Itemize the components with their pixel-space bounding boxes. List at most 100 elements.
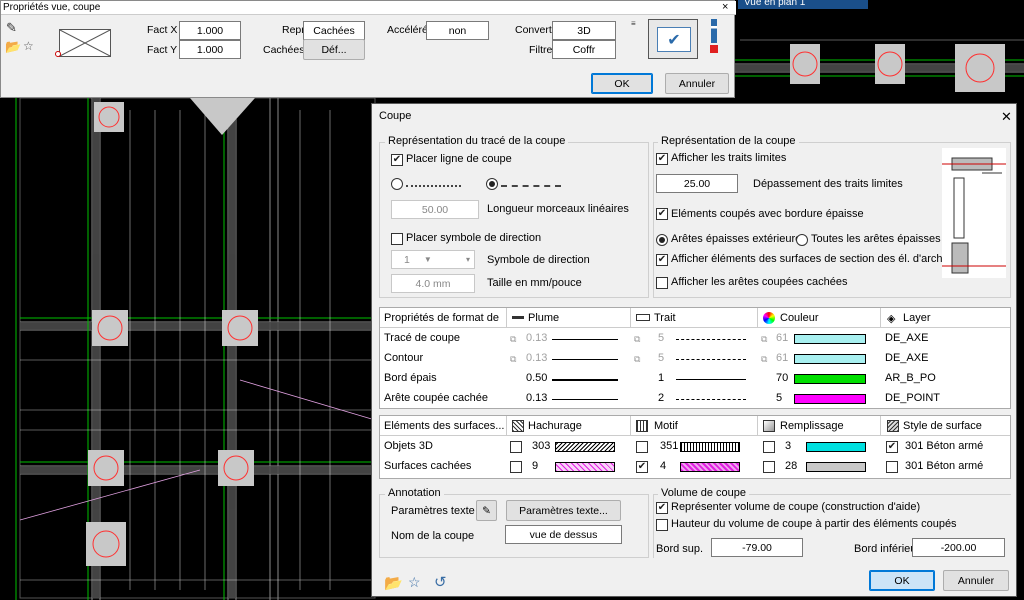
favorite-icon[interactable]: ☆: [23, 39, 34, 53]
fact-x-field[interactable]: 1.000: [179, 21, 241, 40]
repr-field[interactable]: Cachées: [303, 21, 365, 40]
format-table: Propriétés de format de Plume Trait Coul…: [379, 307, 1011, 409]
surface-row-remplissage[interactable]: 3: [785, 440, 791, 452]
hauteur-volume-checkbox[interactable]: [656, 519, 668, 531]
pipette-icon[interactable]: ✎: [6, 20, 17, 36]
list-options-icon[interactable]: ≡: [631, 19, 636, 28]
hachurage-checkbox[interactable]: [510, 461, 522, 473]
surfaces-header-remplissage: Remplissage: [780, 420, 844, 432]
bord-inf-field[interactable]: -200.00: [912, 538, 1005, 557]
format-header-trait: Trait: [654, 312, 676, 324]
representer-volume-checkbox[interactable]: [656, 502, 668, 514]
format-row-plume[interactable]: 0.13: [526, 332, 547, 344]
pick-text-icon[interactable]: ✎: [476, 500, 497, 521]
format-row-couleur[interactable]: 61: [776, 332, 788, 344]
surface-row-hachurage[interactable]: 303: [532, 440, 550, 452]
top-ok-button[interactable]: OK: [591, 73, 653, 94]
format-row-plume[interactable]: 0.50: [526, 372, 547, 384]
format-row-layer[interactable]: AR_B_PO: [885, 372, 936, 384]
accelere-field[interactable]: non: [426, 21, 489, 40]
nom-coupe-field[interactable]: vue de dessus: [505, 525, 622, 544]
open-folder-icon[interactable]: 📂: [5, 39, 21, 55]
surface-row-hachurage[interactable]: 9: [532, 460, 538, 472]
format-row-name: Arête coupée cachée: [384, 392, 488, 404]
top-cancel-button[interactable]: Annuler: [665, 73, 729, 94]
format-row-layer[interactable]: DE_AXE: [885, 332, 928, 344]
fill-swatch: [806, 462, 866, 472]
elements-bordure-checkbox[interactable]: [656, 208, 668, 220]
style-checkbox[interactable]: [886, 461, 898, 473]
close-icon[interactable]: ×: [722, 1, 728, 13]
symbole-select[interactable]: 1 ▼ ▾: [391, 250, 475, 269]
linked-icon: ⧉: [510, 334, 517, 344]
afficher-elements-checkbox[interactable]: [656, 254, 668, 266]
hatch-swatch: [555, 442, 615, 452]
surface-row-remplissage[interactable]: 28: [785, 460, 797, 472]
surface-row-motif[interactable]: 4: [660, 460, 666, 472]
aretes-ext-radio[interactable]: [656, 234, 668, 246]
taille-field[interactable]: 4.0 mm: [391, 274, 475, 293]
view-properties-dialog: Propriétés vue, coupe × ✎ 📂 ☆ Fact X 1.0…: [0, 0, 736, 98]
aretes-ext-label: Arêtes épaisses extérieure: [671, 233, 802, 245]
depassement-field[interactable]: 25.00: [656, 174, 738, 193]
pattern-swatch: [680, 442, 740, 452]
bord-sup-label: Bord sup.: [656, 543, 704, 555]
surfaces-header-hachurage: Hachurage: [528, 420, 582, 432]
remplissage-checkbox[interactable]: [763, 461, 775, 473]
line-style-1-icon: [406, 177, 461, 187]
motif-checkbox[interactable]: [636, 461, 648, 473]
afficher-cachees-checkbox[interactable]: [656, 277, 668, 289]
style-checkbox[interactable]: [886, 441, 898, 453]
bord-sup-field[interactable]: -79.00: [711, 538, 803, 557]
motif-checkbox[interactable]: [636, 441, 648, 453]
line-style-radio-1[interactable]: [391, 178, 403, 190]
fill-swatch: [806, 442, 866, 452]
apply-toggle-button[interactable]: ✔: [648, 19, 698, 59]
format-row-couleur[interactable]: 70: [776, 372, 788, 384]
ok-button[interactable]: OK: [869, 570, 935, 591]
linked-icon: ⧉: [761, 354, 768, 364]
format-row-plume[interactable]: 0.13: [526, 352, 547, 364]
format-row-couleur[interactable]: 5: [776, 392, 782, 404]
placer-symbole-checkbox[interactable]: [391, 233, 403, 245]
longueur-field[interactable]: 50.00: [391, 200, 479, 219]
filtre-field[interactable]: Coffr: [552, 40, 616, 59]
format-row-plume[interactable]: 0.13: [526, 392, 547, 404]
placer-ligne-checkbox[interactable]: [391, 154, 403, 166]
format-row-trait[interactable]: 5: [658, 332, 664, 344]
background-window-tab[interactable]: Vue en plan 1: [738, 0, 868, 9]
param-texte-button[interactable]: Paramètres texte...: [506, 500, 621, 521]
elements-bordure-label: Eléments coupés avec bordure épaisse: [671, 208, 864, 220]
cancel-button[interactable]: Annuler: [943, 570, 1009, 591]
trace-group-label: Représentation du tracé de la coupe: [385, 135, 569, 147]
close-icon[interactable]: ✕: [1001, 109, 1012, 125]
format-row-layer[interactable]: DE_POINT: [885, 392, 940, 404]
surface-row-style[interactable]: 301 Béton armé: [905, 460, 983, 472]
remplissage-checkbox[interactable]: [763, 441, 775, 453]
fill-icon: [763, 420, 775, 432]
coupe-dialog: Coupe ✕ Représentation du tracé de la co…: [371, 103, 1017, 597]
format-row-trait[interactable]: 1: [658, 372, 664, 384]
line-style-2-icon: [501, 177, 561, 187]
converti-field[interactable]: 3D: [552, 21, 616, 40]
format-row-trait[interactable]: 2: [658, 392, 664, 404]
pen-preview: [552, 339, 618, 340]
fact-y-field[interactable]: 1.000: [179, 40, 241, 59]
afficher-traits-checkbox[interactable]: [656, 153, 668, 165]
format-row-layer[interactable]: DE_AXE: [885, 352, 928, 364]
toutes-aretes-radio[interactable]: [796, 234, 808, 246]
format-row-trait[interactable]: 5: [658, 352, 664, 364]
surface-row-motif[interactable]: 351: [660, 440, 678, 452]
format-row-couleur[interactable]: 61: [776, 352, 788, 364]
fact-x-label: Fact X: [147, 24, 178, 36]
placer-ligne-label: Placer ligne de coupe: [406, 153, 512, 165]
open-folder-icon[interactable]: 📂: [384, 574, 403, 592]
reset-icon[interactable]: ↺: [434, 573, 447, 591]
surface-row-style[interactable]: 301 Béton armé: [905, 440, 983, 452]
line-style-radio-2[interactable]: [486, 178, 498, 190]
linked-icon: ⧉: [634, 354, 641, 364]
hachurage-checkbox[interactable]: [510, 441, 522, 453]
def-button[interactable]: Déf...: [303, 39, 365, 60]
pattern-icon: [636, 420, 648, 432]
favorite-icon[interactable]: ☆: [408, 574, 421, 591]
